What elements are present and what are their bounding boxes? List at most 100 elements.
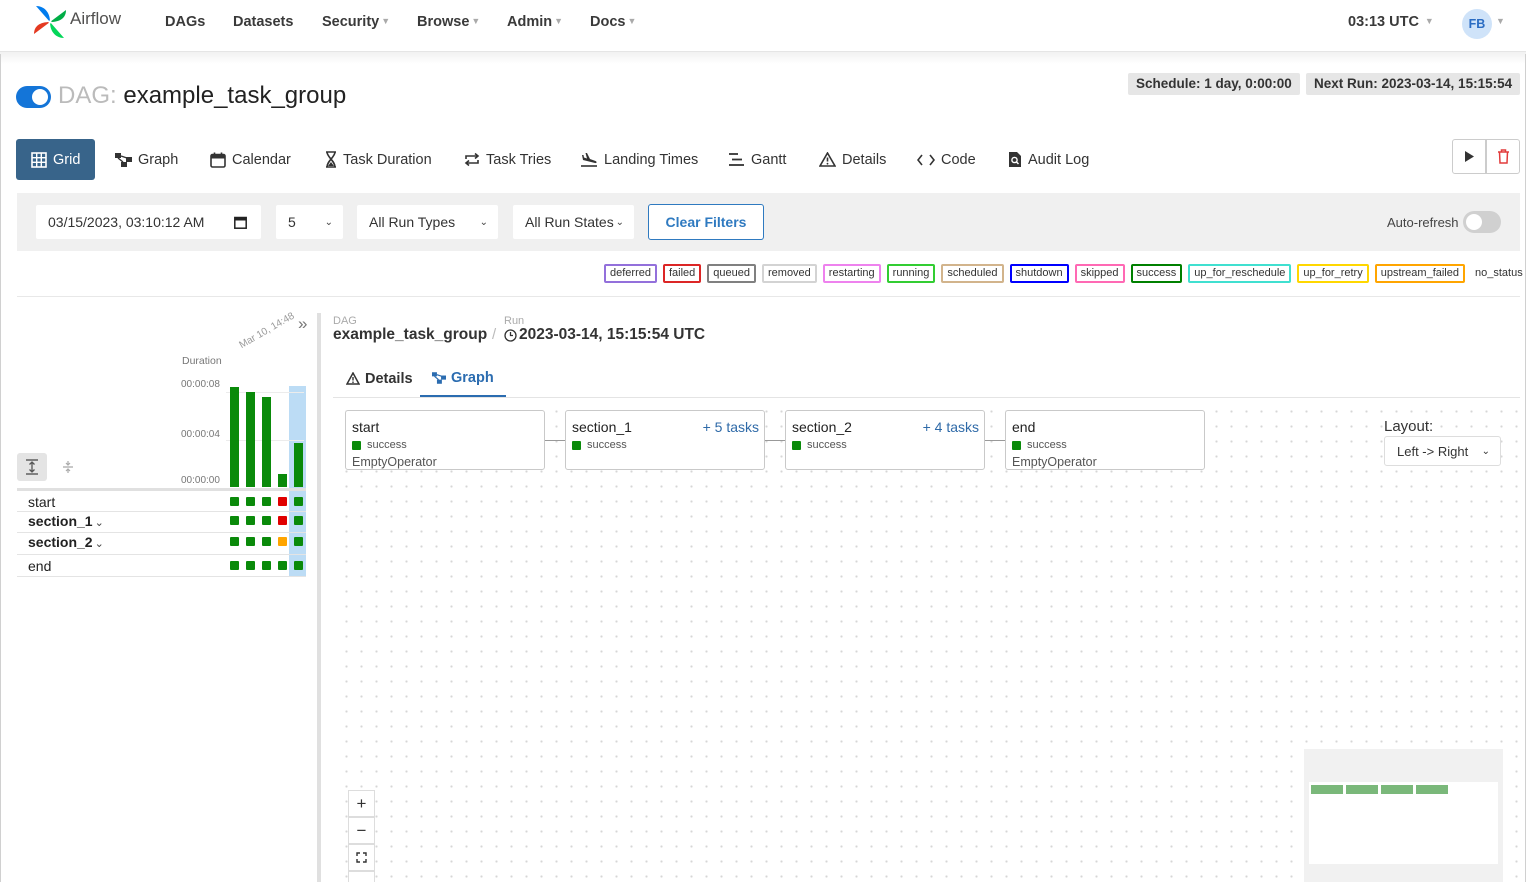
run-duration-bar[interactable] xyxy=(246,392,255,487)
graph-node-section_2[interactable]: section_2 + 4 tasks success xyxy=(785,410,985,470)
task-instance-square[interactable] xyxy=(262,516,271,525)
collapse-grid-icon[interactable]: » xyxy=(298,314,307,334)
clear-filters-button[interactable]: Clear Filters xyxy=(648,204,764,240)
legend-item-skipped[interactable]: skipped xyxy=(1074,264,1125,283)
legend-item-restarting[interactable]: restarting xyxy=(822,264,881,283)
task-instance-square[interactable] xyxy=(246,516,255,525)
graph-node-start[interactable]: start success EmptyOperator xyxy=(345,410,545,470)
layout-select[interactable]: Left -> Right ⌄ xyxy=(1384,436,1501,466)
tab-details[interactable]: Details xyxy=(819,139,886,180)
task-instance-square[interactable] xyxy=(278,537,287,546)
breadcrumb-separator: / xyxy=(492,326,497,343)
user-avatar[interactable]: FB xyxy=(1462,9,1492,39)
tab-task-duration[interactable]: Task Duration xyxy=(325,139,432,180)
legend-item-upstream_failed[interactable]: upstream_failed xyxy=(1374,264,1465,283)
task-instance-square[interactable] xyxy=(230,561,239,570)
chevron-down-icon[interactable]: ⌄ xyxy=(95,517,104,529)
legend-item-shutdown[interactable]: shutdown xyxy=(1009,264,1069,283)
node-task-count[interactable]: + 5 tasks xyxy=(703,419,759,435)
legend-item-up_for_reschedule[interactable]: up_for_reschedule xyxy=(1188,264,1292,283)
tab-run-graph[interactable]: Graph xyxy=(420,360,506,397)
task-instance-square[interactable] xyxy=(294,516,303,525)
task-instance-square[interactable] xyxy=(230,516,239,525)
task-instance-square[interactable] xyxy=(262,497,271,506)
collapse-groups-button[interactable] xyxy=(58,456,78,478)
task-row-section_2[interactable]: section_2 ⌄ xyxy=(28,534,104,550)
breadcrumb-dag[interactable]: example_task_group xyxy=(333,326,487,344)
task-instance-square[interactable] xyxy=(246,497,255,506)
nav-docs[interactable]: Docs ▼ xyxy=(590,14,636,30)
run-type-select[interactable]: All Run Types ⌄ xyxy=(357,205,498,239)
task-instance-square[interactable] xyxy=(246,561,255,570)
task-instance-square[interactable] xyxy=(294,497,303,506)
breadcrumb-run[interactable]: 2023-03-14, 15:15:54 UTC xyxy=(504,326,705,344)
legend-item-failed[interactable]: failed xyxy=(662,264,702,283)
tab-graph[interactable]: Graph xyxy=(115,139,178,180)
node-task-count[interactable]: + 4 tasks xyxy=(923,419,979,435)
caret-down-icon: ▼ xyxy=(627,16,637,26)
tab-gantt[interactable]: Gantt xyxy=(728,139,786,180)
tab-audit-log[interactable]: Audit Log xyxy=(1008,139,1089,180)
tab-calendar[interactable]: Calendar xyxy=(210,139,291,180)
tab-task-tries[interactable]: Task Tries xyxy=(464,139,551,180)
tab-run-details[interactable]: Details xyxy=(346,360,413,397)
tab-landing-times[interactable]: Landing Times xyxy=(580,139,698,180)
nav-datasets[interactable]: Datasets xyxy=(233,14,293,30)
autorefresh-toggle[interactable] xyxy=(1463,211,1501,233)
expand-groups-button[interactable] xyxy=(17,453,47,481)
airflow-brand[interactable]: Airflow xyxy=(30,2,121,42)
status-dot xyxy=(1012,440,1021,450)
graph-node-section_1[interactable]: section_1 + 5 tasks success xyxy=(565,410,765,470)
task-instance-square[interactable] xyxy=(246,537,255,546)
nav-security[interactable]: Security ▼ xyxy=(322,14,390,30)
nav-browse-label: Browse xyxy=(417,14,470,30)
delete-dag-button[interactable] xyxy=(1486,139,1520,174)
calendar-icon[interactable] xyxy=(234,216,247,229)
task-instance-square[interactable] xyxy=(230,537,239,546)
legend-item-deferred[interactable]: deferred xyxy=(604,264,657,283)
task-instance-square[interactable] xyxy=(262,561,271,570)
task-instance-square[interactable] xyxy=(278,561,287,570)
zoom-out-button[interactable]: − xyxy=(348,817,375,844)
run-duration-bar[interactable] xyxy=(230,387,239,487)
task-row-section_1[interactable]: section_1 ⌄ xyxy=(28,513,104,529)
graph-node-end[interactable]: end success EmptyOperator xyxy=(1005,410,1205,470)
legend-item-scheduled[interactable]: scheduled xyxy=(941,264,1004,283)
task-instance-square[interactable] xyxy=(278,516,287,525)
task-instance-square[interactable] xyxy=(262,537,271,546)
task-instance-square[interactable] xyxy=(230,497,239,506)
utc-clock[interactable]: 03:13 UTC ▼ xyxy=(1348,14,1434,30)
nav-dags[interactable]: DAGs xyxy=(165,14,205,30)
legend-item-no_status[interactable]: no_status xyxy=(1471,264,1526,283)
legend-item-removed[interactable]: removed xyxy=(762,264,817,283)
fit-view-button[interactable] xyxy=(348,844,375,871)
tab-code[interactable]: Code xyxy=(917,139,976,180)
legend-item-running[interactable]: running xyxy=(886,264,936,283)
zoom-in-button[interactable]: + xyxy=(348,790,375,817)
tab-grid[interactable]: Grid xyxy=(16,139,96,180)
chevron-down-icon[interactable]: ⌄ xyxy=(95,538,104,550)
nav-browse[interactable]: Browse ▼ xyxy=(417,14,480,30)
dag-pause-toggle[interactable] xyxy=(16,86,51,108)
run-duration-bar[interactable] xyxy=(278,474,287,487)
legend-item-up_for_retry[interactable]: up_for_retry xyxy=(1297,264,1369,283)
clock-icon xyxy=(504,328,517,342)
task-instance-square[interactable] xyxy=(294,537,303,546)
legend-item-success[interactable]: success xyxy=(1130,264,1183,283)
base-date-input[interactable]: 03/15/2023, 03:10:12 AM xyxy=(36,205,261,239)
task-instance-square[interactable] xyxy=(294,561,303,570)
run-state-select[interactable]: All Run States ⌄ xyxy=(513,205,634,239)
run-duration-bar[interactable] xyxy=(262,397,271,487)
num-runs-select[interactable]: 5 ⌄ xyxy=(276,205,343,239)
pane-resize-handle[interactable] xyxy=(317,313,321,882)
run-duration-bar[interactable] xyxy=(294,443,303,487)
nav-admin[interactable]: Admin ▼ xyxy=(507,14,563,30)
schedule-badge: Schedule: 1 day, 0:00:00 xyxy=(1128,73,1300,95)
lock-view-button[interactable] xyxy=(348,871,375,882)
caret-down-icon[interactable]: ▼ xyxy=(1496,16,1505,26)
legend-item-queued[interactable]: queued xyxy=(707,264,756,283)
task-instance-square[interactable] xyxy=(278,497,287,506)
task-row-start[interactable]: start xyxy=(28,494,55,510)
trigger-dag-button[interactable] xyxy=(1452,139,1486,174)
task-row-end[interactable]: end xyxy=(28,558,51,574)
